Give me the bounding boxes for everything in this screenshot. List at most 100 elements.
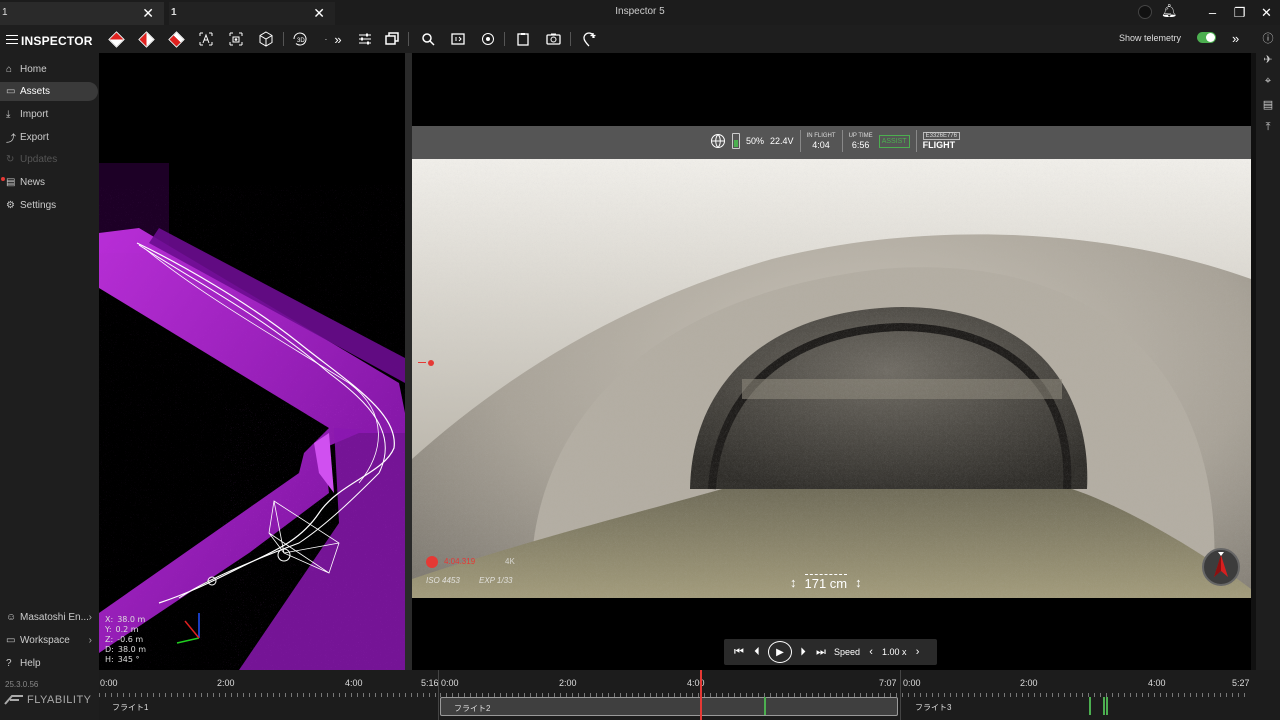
point-cloud-canvas[interactable] <box>99 53 405 670</box>
upload-icon[interactable]: ⤒ <box>1256 121 1280 134</box>
chevron-double-right-icon[interactable]: » <box>328 29 348 49</box>
screenshot-area-icon[interactable] <box>226 29 246 49</box>
sidebar-item-label: Workspace <box>20 635 70 646</box>
news-icon: ▤ <box>6 177 16 188</box>
sidebar-item-assets[interactable]: ▭ Assets <box>0 82 98 101</box>
document-icon[interactable]: ▤ <box>1256 98 1280 111</box>
flyability-logo-icon <box>4 695 23 705</box>
tab-bar: 1 ✕ 1 ✕ Inspector 5 🔔︎ – ❐ ✕ <box>0 0 1280 25</box>
sidebar-item-import[interactable]: ⤓ Import <box>0 105 98 124</box>
play-button[interactable]: ▶ <box>768 641 792 663</box>
tick-label: 0:00 <box>100 678 118 688</box>
event-marker[interactable] <box>1103 697 1105 715</box>
version-label: 25.3.0.56 <box>5 680 39 689</box>
arrow-vertical-icon: ↕ <box>790 575 797 590</box>
info-icon[interactable]: ⓘ <box>1256 30 1280 46</box>
cube-outline-icon[interactable] <box>256 29 276 49</box>
close-icon[interactable]: ✕ <box>142 5 154 22</box>
layers-icon[interactable] <box>382 29 402 49</box>
sidebar-item-news[interactable]: ▤ News <box>0 173 98 192</box>
close-icon[interactable]: ✕ <box>313 5 325 22</box>
toolbar-divider <box>408 32 409 46</box>
tick-label: 0:00 <box>903 678 921 688</box>
close-window-button[interactable]: ✕ <box>1253 5 1280 21</box>
skip-forward-icon[interactable]: ⏭ <box>814 646 828 659</box>
toolbar-divider <box>504 32 505 46</box>
x-value: 38.0 m <box>117 615 146 624</box>
event-marker[interactable] <box>764 697 766 715</box>
sidebar-item-workspace[interactable]: ▭ Workspace › <box>0 631 98 650</box>
cube-view-3-icon[interactable] <box>166 29 186 49</box>
bell-icon[interactable]: 🔔︎ <box>1161 3 1178 19</box>
sidebar-item-settings[interactable]: ⚙︎ Settings <box>0 196 98 215</box>
flight-bar[interactable]: フライト3 <box>902 697 1250 716</box>
timeline-segment-2[interactable]: 0:00 2:00 4:00 7:07 フライト2 <box>440 670 898 720</box>
folder-icon: ▭ <box>6 635 16 646</box>
timeline-segment-1[interactable]: 0:00 2:00 4:00 5:16 フライト1 <box>99 670 439 720</box>
cube-view-2-icon[interactable] <box>136 29 156 49</box>
restore-button[interactable]: ❐ <box>1226 5 1253 21</box>
location-pin-icon[interactable]: ⌖ <box>1256 75 1280 88</box>
chevron-double-right-icon[interactable]: » <box>1232 31 1239 46</box>
battery-icon <box>732 133 740 149</box>
record-icon <box>426 556 438 568</box>
cube-view-1-icon[interactable] <box>106 29 126 49</box>
hamburger-menu-icon[interactable] <box>6 35 18 44</box>
flight-mode: FLIGHT <box>922 140 956 150</box>
tick-label: 4:00 <box>1148 678 1166 688</box>
event-marker[interactable] <box>1089 697 1091 715</box>
skip-back-icon[interactable]: ⏮ <box>732 646 746 659</box>
plane-icon[interactable]: ✈ <box>1256 53 1280 66</box>
tunnel-video-image <box>412 159 1251 598</box>
tick-label: 0:00 <box>441 678 459 688</box>
zoom-icon[interactable] <box>418 29 438 49</box>
drone-icon[interactable] <box>478 29 498 49</box>
sidebar: ⌂ Home ▭ Assets ⤓ Import ⤴ Export ↻ Upda… <box>0 53 99 720</box>
sidebar-item-label: Updates <box>20 154 58 165</box>
step-back-icon[interactable]: ⏴ <box>750 646 764 659</box>
tab-label: 1 <box>171 7 177 18</box>
timeline-segment-3[interactable]: 0:00 2:00 4:00 5:27 フライト3 <box>902 670 1250 720</box>
speed-value: 1.00 x <box>882 647 907 657</box>
mode-code-badge: E3326E776 <box>922 132 960 140</box>
playhead[interactable] <box>700 670 702 720</box>
flight-bar[interactable]: フライト1 <box>99 697 436 716</box>
tab-1[interactable]: 1 ✕ <box>0 2 164 25</box>
tick-label: 5:27 <box>1232 678 1250 688</box>
sidebar-item-home[interactable]: ⌂ Home <box>0 60 98 79</box>
z-label: Z: <box>105 635 114 644</box>
measure-icon[interactable] <box>196 29 216 49</box>
tick-label: 2:00 <box>1020 678 1038 688</box>
tick-label: 7:07 <box>879 678 897 688</box>
sidebar-item-updates: ↻ Updates <box>0 150 98 169</box>
download-icon: ⤓ <box>6 109 11 120</box>
hud-divider <box>799 130 801 152</box>
rotate-3d-icon[interactable]: 3D <box>290 29 310 49</box>
chevron-right-icon: › <box>88 635 92 646</box>
add-poi-icon[interactable] <box>579 29 599 49</box>
video-frame[interactable] <box>412 159 1251 598</box>
camera-icon[interactable] <box>543 29 563 49</box>
sidebar-item-export[interactable]: ⤴ Export <box>0 128 98 147</box>
speed-decrease-icon[interactable]: ‹ <box>864 646 878 658</box>
sidebar-item-user[interactable]: ☺ Masatoshi En... › <box>0 608 98 627</box>
3d-view[interactable]: X: 38.0 m Y: 0.2 m Z: -0.6 m D: 38.0 m H: 345… <box>99 53 405 670</box>
video-export-icon[interactable] <box>448 29 468 49</box>
telemetry-toggle[interactable] <box>1197 32 1216 43</box>
event-marker[interactable] <box>1106 697 1108 715</box>
distance-value: 171 cm <box>804 574 848 591</box>
tab-2[interactable]: 1 ✕ <box>169 2 335 25</box>
flight-bar[interactable]: フライト2 <box>440 697 898 716</box>
clipboard-icon[interactable] <box>513 29 533 49</box>
sidebar-item-help[interactable]: ? Help <box>0 654 98 673</box>
timeline-divider <box>900 670 901 720</box>
sliders-icon[interactable] <box>355 29 375 49</box>
speed-increase-icon[interactable]: › <box>911 646 925 658</box>
minimize-button[interactable]: – <box>1199 5 1226 20</box>
refresh-icon: ↻ <box>6 154 15 165</box>
playback-controls: ⏮ ⏴ ▶ ⏵ ⏭ Speed ‹ 1.00 x › <box>724 639 937 665</box>
hud-divider <box>841 130 843 152</box>
timeline[interactable]: 0:00 2:00 4:00 5:16 フライト1 0:00 2:00 4:00… <box>99 670 1280 720</box>
pane-splitter[interactable] <box>405 53 412 670</box>
step-forward-icon[interactable]: ⏵ <box>796 646 810 659</box>
